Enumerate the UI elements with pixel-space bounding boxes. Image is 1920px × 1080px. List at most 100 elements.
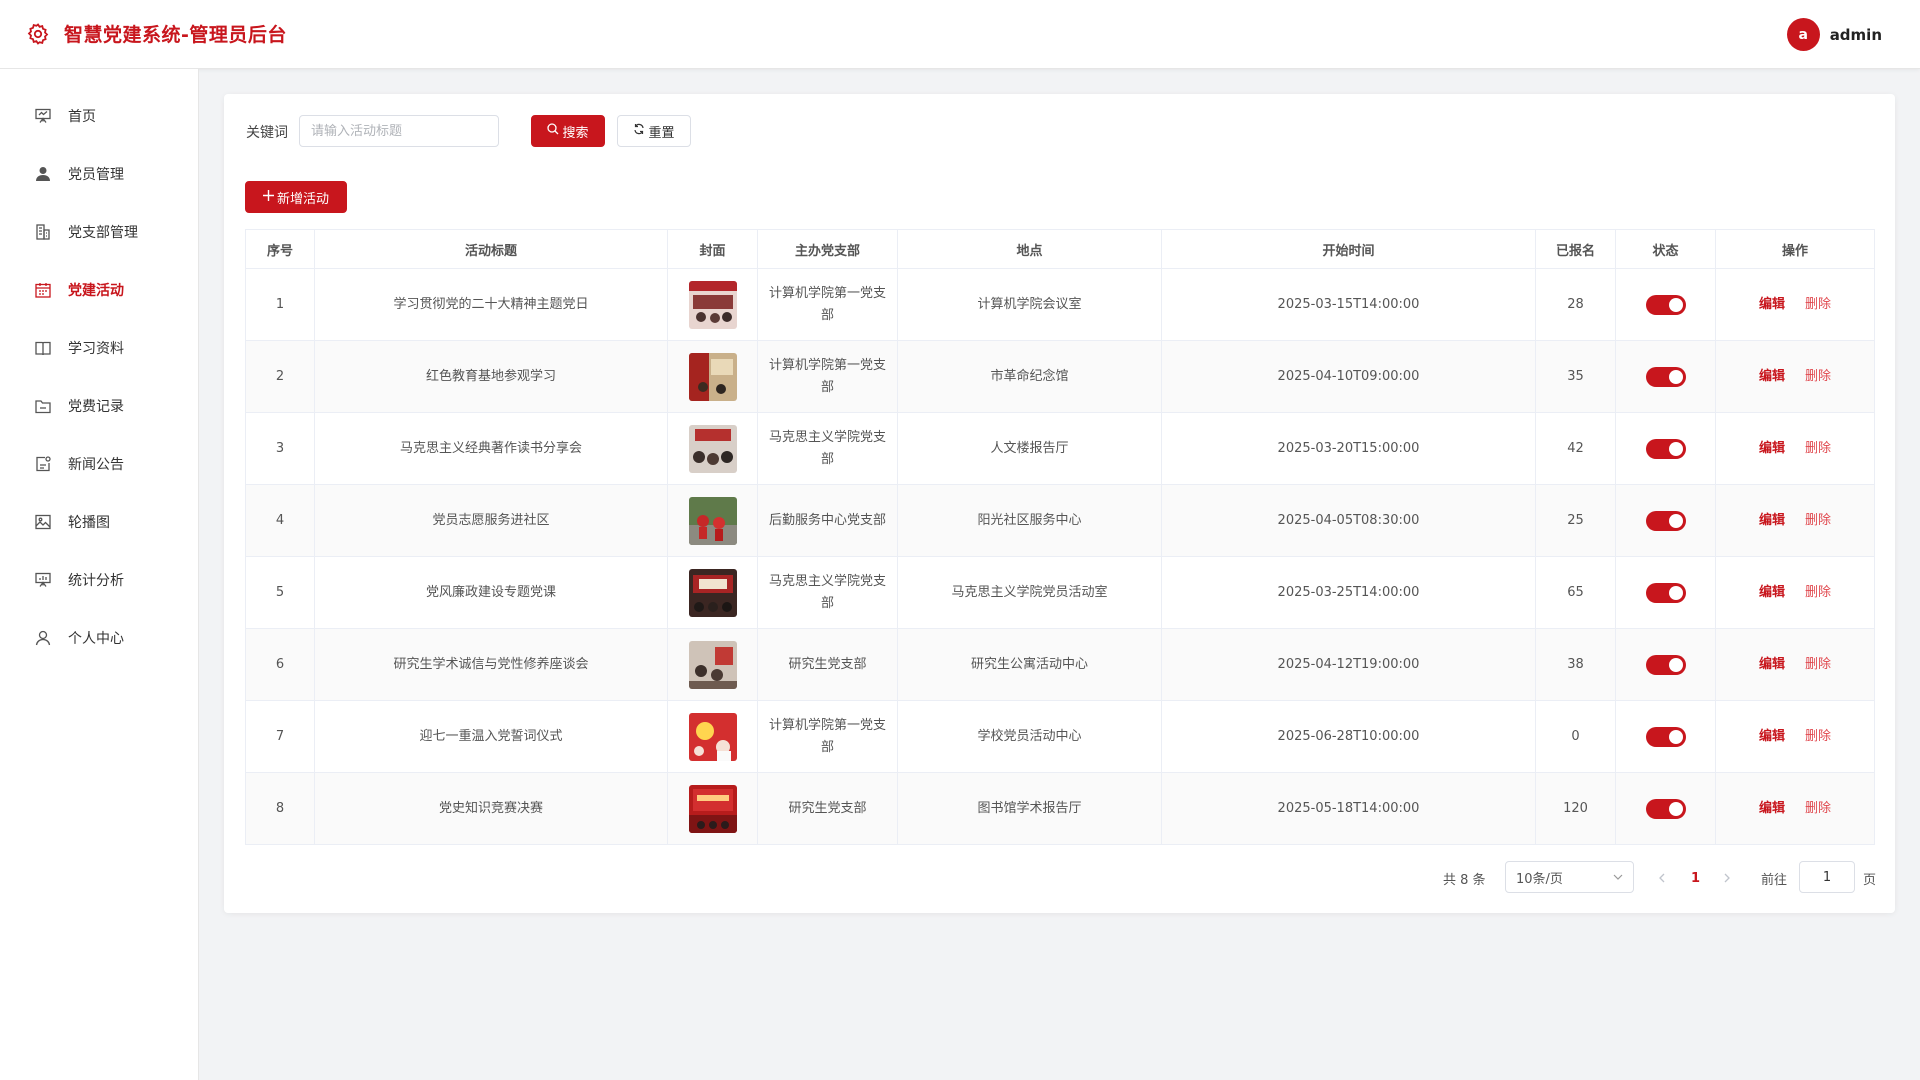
status-toggle[interactable] — [1645, 582, 1686, 603]
column-header: 活动标题 — [314, 229, 668, 269]
sidebar-item-label: 新闻公告 — [68, 457, 124, 473]
sidebar-item-label: 个人中心 — [68, 631, 124, 647]
status-toggle[interactable] — [1645, 798, 1686, 819]
cover-image[interactable] — [688, 352, 737, 401]
cover-image[interactable] — [688, 568, 737, 617]
edit-button[interactable]: 编辑 — [1759, 585, 1785, 600]
add-activity-label: 新增活动 — [276, 191, 329, 207]
status-toggle[interactable] — [1645, 294, 1686, 315]
goto-page-input[interactable] — [1799, 861, 1855, 893]
page-size-select[interactable]: 10条/页 — [1505, 861, 1634, 893]
sidebar-item-label: 党建活动 — [68, 283, 124, 299]
image-icon — [35, 514, 51, 530]
sidebar-item-study[interactable]: 学习资料 — [0, 323, 199, 373]
cover-image[interactable] — [688, 496, 737, 545]
cell-signed: 28 — [1535, 268, 1616, 341]
delete-button[interactable]: 删除 — [1805, 513, 1831, 528]
cell-start-time: 2025-03-15T14:00:00 — [1161, 268, 1536, 341]
status-toggle[interactable] — [1645, 366, 1686, 387]
table-row: 2 红色教育基地参观学习 计算机学院第一党支部 市革命纪念馆 2025-04-1… — [245, 340, 1875, 413]
edit-button[interactable]: 编辑 — [1759, 657, 1785, 672]
table-row: 1 学习贯彻党的二十大精神主题党日 计算机学院第一党支部 计算机学院会议室 20… — [245, 268, 1875, 341]
cell-location: 阳光社区服务中心 — [897, 484, 1162, 557]
cell-title: 党员志愿服务进社区 — [314, 484, 668, 557]
delete-button[interactable]: 删除 — [1805, 441, 1831, 456]
sidebar-item-activities[interactable]: 党建活动 — [0, 265, 199, 315]
reset-button[interactable]: 重置 — [617, 115, 691, 147]
cell-index: 6 — [245, 628, 315, 701]
sidebar-item-label: 学习资料 — [68, 341, 124, 357]
cell-location: 研究生公寓活动中心 — [897, 628, 1162, 701]
cell-title: 党风廉政建设专题党课 — [314, 556, 668, 629]
sidebar-item-members[interactable]: 党员管理 — [0, 149, 199, 199]
cell-signed: 42 — [1535, 412, 1616, 485]
cover-image[interactable] — [688, 424, 737, 473]
cell-start-time: 2025-03-25T14:00:00 — [1161, 556, 1536, 629]
cell-start-time: 2025-03-20T15:00:00 — [1161, 412, 1536, 485]
next-page-button[interactable] — [1724, 862, 1731, 894]
delete-button[interactable]: 删除 — [1805, 369, 1831, 384]
refresh-icon — [633, 123, 645, 139]
cell-cover — [667, 628, 758, 701]
edit-button[interactable]: 编辑 — [1759, 801, 1785, 816]
cell-branch: 计算机学院第一党支部 — [757, 340, 898, 413]
goto-label: 前往 — [1761, 872, 1788, 888]
sidebar-item-profile[interactable]: 个人中心 — [0, 613, 199, 663]
edit-button[interactable]: 编辑 — [1759, 513, 1785, 528]
person-icon — [35, 630, 51, 646]
pagination-total: 共 8 条 — [1443, 872, 1486, 888]
user-menu[interactable]: a admin — [1786, 18, 1882, 51]
cell-actions: 编辑 删除 — [1715, 772, 1875, 845]
cell-title: 马克思主义经典著作读书分享会 — [314, 412, 668, 485]
add-activity-button[interactable]: 新增活动 — [245, 181, 347, 213]
cell-signed: 120 — [1535, 772, 1616, 845]
sidebar-item-carousel[interactable]: 轮播图 — [0, 497, 199, 547]
sidebar-item-statistics[interactable]: 统计分析 — [0, 555, 199, 605]
username[interactable]: admin — [1830, 26, 1882, 44]
cover-image[interactable] — [688, 640, 737, 689]
sidebar-item-label: 首页 — [68, 109, 96, 125]
edit-button[interactable]: 编辑 — [1759, 369, 1785, 384]
sidebar-item-label: 轮播图 — [68, 515, 110, 531]
prev-page-button[interactable] — [1658, 862, 1665, 894]
cover-image[interactable] — [688, 712, 737, 761]
status-toggle[interactable] — [1645, 510, 1686, 531]
sidebar-item-home[interactable]: 首页 — [0, 91, 199, 141]
search-button[interactable]: 搜索 — [531, 115, 605, 147]
user-icon — [36, 167, 50, 181]
delete-button[interactable]: 删除 — [1805, 585, 1831, 600]
delete-button[interactable]: 删除 — [1805, 657, 1831, 672]
delete-button[interactable]: 删除 — [1805, 801, 1831, 816]
cell-start-time: 2025-06-28T10:00:00 — [1161, 700, 1536, 773]
avatar[interactable]: a — [1786, 18, 1820, 51]
chevron-left-icon — [1659, 873, 1665, 883]
sidebar-item-branches[interactable]: 党支部管理 — [0, 207, 199, 257]
page-size-value: 10条/页 — [1516, 871, 1563, 887]
cell-start-time: 2025-04-12T19:00:00 — [1161, 628, 1536, 701]
chart-icon — [35, 572, 51, 587]
edit-button[interactable]: 编辑 — [1759, 441, 1785, 456]
sidebar-item-news[interactable]: 新闻公告 — [0, 439, 199, 489]
cell-index: 2 — [245, 340, 315, 413]
chevron-right-icon — [1724, 873, 1730, 883]
cell-status — [1615, 340, 1716, 413]
cell-start-time: 2025-04-10T09:00:00 — [1161, 340, 1536, 413]
page-number-current[interactable]: 1 — [1691, 862, 1700, 894]
edit-button[interactable]: 编辑 — [1759, 297, 1785, 312]
search-input[interactable] — [299, 115, 499, 147]
edit-button[interactable]: 编辑 — [1759, 729, 1785, 744]
cover-image[interactable] — [688, 280, 737, 329]
column-header: 已报名 — [1535, 229, 1616, 269]
column-header: 开始时间 — [1161, 229, 1536, 269]
cell-location: 计算机学院会议室 — [897, 268, 1162, 341]
delete-button[interactable]: 删除 — [1805, 297, 1831, 312]
status-toggle[interactable] — [1645, 654, 1686, 675]
cover-image[interactable] — [688, 784, 737, 833]
sidebar-item-dues[interactable]: 党费记录 — [0, 381, 199, 431]
delete-button[interactable]: 删除 — [1805, 729, 1831, 744]
status-toggle[interactable] — [1645, 726, 1686, 747]
status-toggle[interactable] — [1645, 438, 1686, 459]
cell-title: 研究生学术诚信与党性修养座谈会 — [314, 628, 668, 701]
cell-branch: 计算机学院第一党支部 — [757, 268, 898, 341]
cell-signed: 35 — [1535, 340, 1616, 413]
